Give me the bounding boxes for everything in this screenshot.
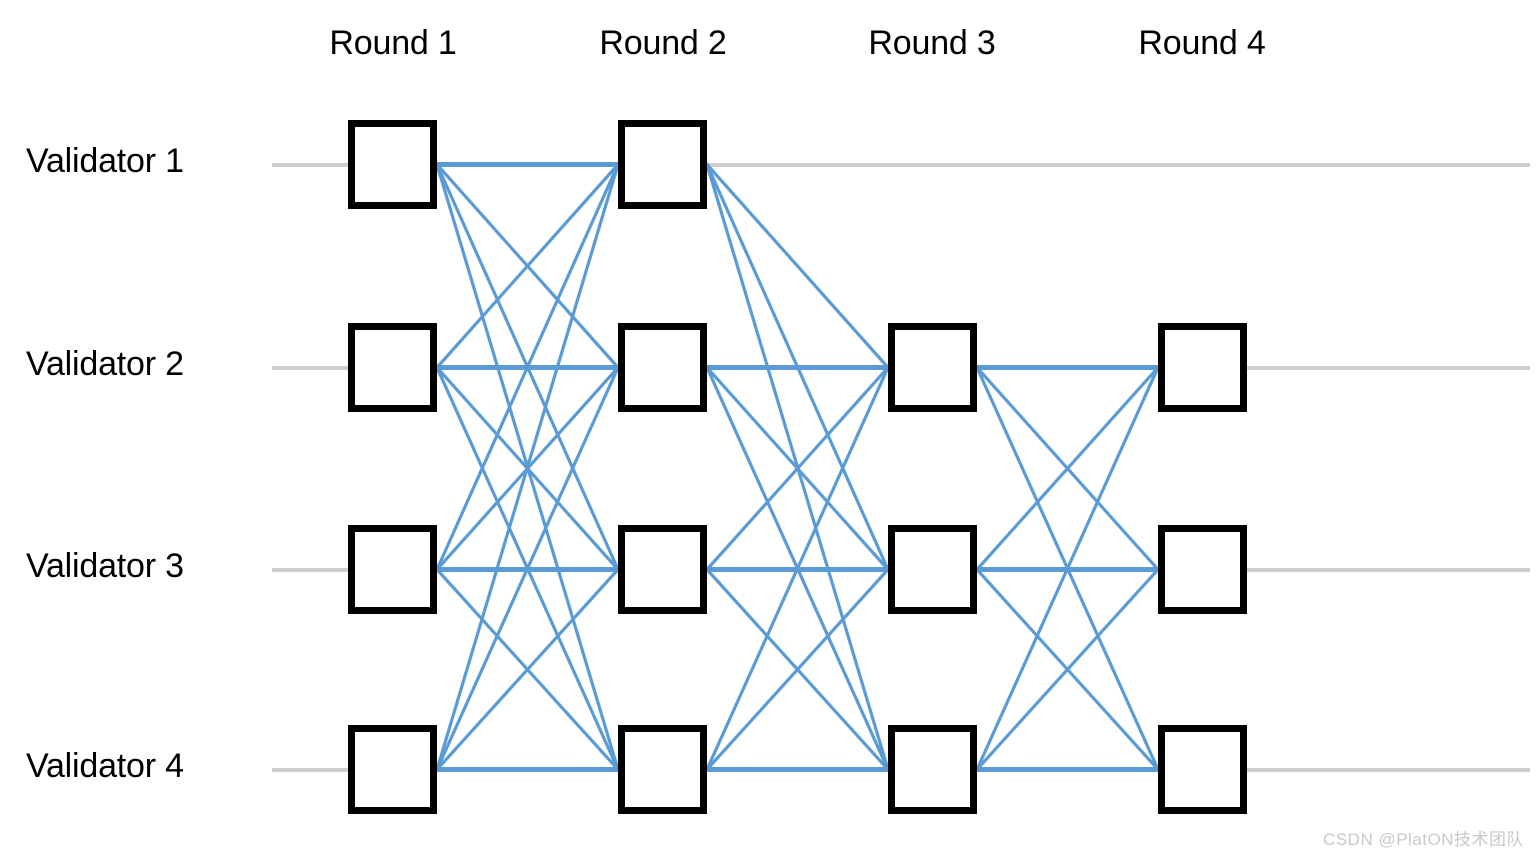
edges-layer [434,162,1161,772]
block-node[interactable] [1158,323,1247,412]
block-node[interactable] [888,525,977,614]
validator-label-3: Validator 3 [26,547,184,585]
block-node[interactable] [1158,725,1247,814]
diagram-canvas: Round 1 Round 2 Round 3 Round 4 Validator 1… [0,0,1538,862]
block-node[interactable] [348,525,437,614]
block-node[interactable] [348,323,437,412]
round-header-2: Round 2 [599,24,727,62]
baselines-layer [272,163,1530,772]
validator-label-2: Validator 2 [26,345,184,383]
block-node[interactable] [618,725,707,814]
diagram-svg [272,120,1530,814]
block-node[interactable] [348,725,437,814]
round-header-4: Round 4 [1138,24,1266,62]
block-node[interactable] [888,725,977,814]
round-header-3: Round 3 [868,24,996,62]
validator-label-1: Validator 1 [26,142,184,180]
block-node[interactable] [888,323,977,412]
watermark: CSDN @PlatON技术团队 [1323,830,1524,849]
block-node[interactable] [348,120,437,209]
block-node[interactable] [618,120,707,209]
round-header-1: Round 1 [329,24,457,62]
block-node[interactable] [618,525,707,614]
message-edge [705,162,890,370]
block-node[interactable] [618,323,707,412]
validator-label-4: Validator 4 [26,747,184,785]
block-node[interactable] [1158,525,1247,614]
